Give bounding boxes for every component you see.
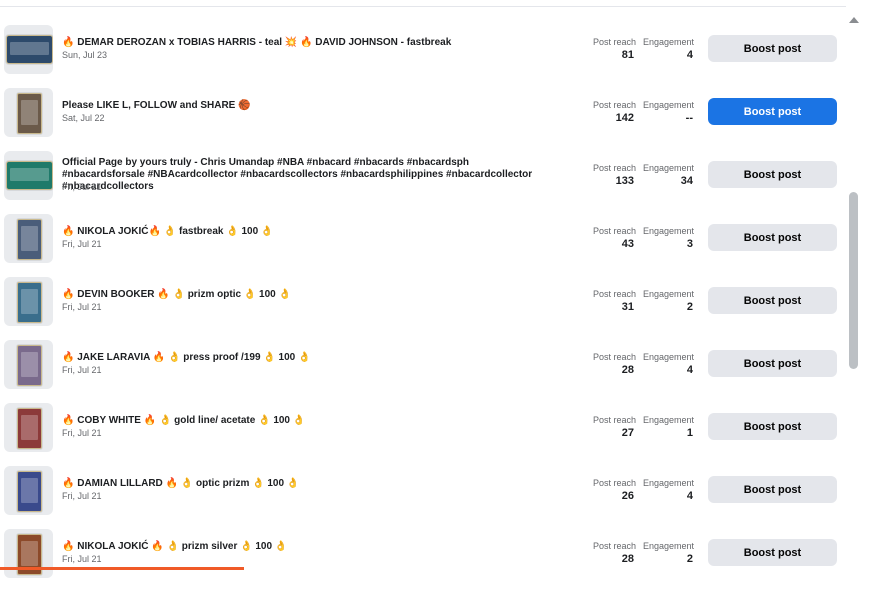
engagement-value: 34 [680, 175, 693, 187]
post-reach-value: 28 [621, 364, 634, 376]
boost-post-button[interactable]: Boost post [708, 350, 837, 377]
engagement-value: 1 [686, 427, 693, 439]
post-thumbnail[interactable] [4, 214, 53, 263]
engagement-label: Engagement [643, 37, 695, 47]
post-thumbnail[interactable] [4, 403, 53, 452]
post-reach-label: Post reach [593, 37, 637, 47]
post-reach-value: 43 [621, 238, 634, 250]
post-row: 🔥 NIKOLA JOKIĆ 🔥 👌 prizm silver 👌 100 👌 … [0, 529, 845, 592]
post-thumbnail[interactable] [4, 88, 53, 137]
engagement-label: Engagement [643, 163, 695, 173]
post-reach-label: Post reach [593, 478, 637, 488]
post-title[interactable]: 🔥 DEMAR DEROZAN x TOBIAS HARRIS - teal 💥… [62, 37, 562, 49]
post-title[interactable]: Please LIKE L, FOLLOW and SHARE 🏀 [62, 100, 562, 112]
post-date: Fri, Jul 21 [62, 239, 102, 249]
engagement-value: 2 [686, 301, 693, 313]
engagement-value: 3 [686, 238, 693, 250]
boost-post-button[interactable]: Boost post [708, 476, 837, 503]
boost-post-button[interactable]: Boost post [708, 224, 837, 251]
boost-post-button[interactable]: Boost post [708, 287, 837, 314]
post-date: Fri, Jul 21 [62, 428, 102, 438]
engagement-value: 4 [686, 49, 693, 61]
post-title[interactable]: 🔥 COBY WHITE 🔥 👌 gold line/ acetate 👌 10… [62, 415, 562, 427]
post-row: 🔥 NIKOLA JOKIĆ🔥 👌 fastbreak 👌 100 👌 Fri,… [0, 214, 845, 277]
post-title[interactable]: 🔥 JAKE LARAVIA 🔥 👌 press proof /199 👌 10… [62, 352, 562, 364]
top-divider [0, 6, 860, 7]
engagement-label: Engagement [643, 415, 695, 425]
post-reach-value: 31 [621, 301, 634, 313]
post-reach-label: Post reach [593, 415, 637, 425]
post-row: Please LIKE L, FOLLOW and SHARE 🏀 Sat, J… [0, 88, 845, 151]
post-reach-value: 142 [615, 112, 634, 124]
post-row: 🔥 COBY WHITE 🔥 👌 gold line/ acetate 👌 10… [0, 403, 845, 466]
post-date: Fri, Jul 21 [62, 491, 102, 501]
post-thumbnail[interactable] [4, 340, 53, 389]
engagement-value: -- [685, 112, 693, 124]
post-date: Fri, Jul 21 [62, 182, 102, 192]
post-reach-value: 28 [621, 553, 634, 565]
engagement-label: Engagement [643, 289, 695, 299]
post-date: Sun, Jul 23 [62, 50, 108, 60]
post-row: Official Page by yours truly - Chris Uma… [0, 151, 845, 214]
post-date: Fri, Jul 21 [62, 554, 102, 564]
post-title[interactable]: 🔥 DAMIAN LILLARD 🔥 👌 optic prizm 👌 100 👌 [62, 478, 562, 490]
post-title[interactable]: 🔥 NIKOLA JOKIĆ🔥 👌 fastbreak 👌 100 👌 [62, 226, 562, 238]
engagement-value: 4 [686, 490, 693, 502]
post-title[interactable]: 🔥 DEVIN BOOKER 🔥 👌 prizm optic 👌 100 👌 [62, 289, 562, 301]
post-reach-value: 26 [621, 490, 634, 502]
post-reach-label: Post reach [593, 100, 637, 110]
post-reach-label: Post reach [593, 226, 637, 236]
engagement-label: Engagement [643, 541, 695, 551]
boost-post-button[interactable]: Boost post [708, 161, 837, 188]
post-title[interactable]: Official Page by yours truly - Chris Uma… [62, 157, 542, 193]
post-reach-value: 81 [621, 49, 634, 61]
post-reach-label: Post reach [593, 352, 637, 362]
post-date: Fri, Jul 21 [62, 302, 102, 312]
engagement-label: Engagement [643, 478, 695, 488]
post-row: 🔥 DEVIN BOOKER 🔥 👌 prizm optic 👌 100 👌 F… [0, 277, 845, 340]
post-reach-label: Post reach [593, 289, 637, 299]
boost-post-button[interactable]: Boost post [708, 98, 837, 125]
post-title[interactable]: 🔥 NIKOLA JOKIĆ 🔥 👌 prizm silver 👌 100 👌 [62, 541, 562, 553]
post-row: 🔥 DAMIAN LILLARD 🔥 👌 optic prizm 👌 100 👌… [0, 466, 845, 529]
boost-post-button[interactable]: Boost post [708, 413, 837, 440]
post-thumbnail[interactable] [4, 529, 53, 578]
post-reach-value: 133 [615, 175, 634, 187]
post-reach-label: Post reach [593, 163, 637, 173]
post-row: 🔥 JAKE LARAVIA 🔥 👌 press proof /199 👌 10… [0, 340, 845, 403]
scrollbar-thumb[interactable] [849, 192, 858, 369]
boost-post-button[interactable]: Boost post [708, 539, 837, 566]
post-thumbnail[interactable] [4, 25, 53, 74]
boost-post-button[interactable]: Boost post [708, 35, 837, 62]
scroll-up-arrow-icon[interactable] [849, 17, 859, 23]
post-date: Fri, Jul 21 [62, 365, 102, 375]
engagement-value: 2 [686, 553, 693, 565]
engagement-label: Engagement [643, 226, 695, 236]
post-thumbnail[interactable] [4, 151, 53, 200]
engagement-label: Engagement [643, 100, 695, 110]
post-row: 🔥 DEMAR DEROZAN x TOBIAS HARRIS - teal 💥… [0, 25, 845, 88]
post-date: Sat, Jul 22 [62, 113, 105, 123]
post-thumbnail[interactable] [4, 466, 53, 515]
post-thumbnail[interactable] [4, 277, 53, 326]
post-reach-label: Post reach [593, 541, 637, 551]
post-reach-value: 27 [621, 427, 634, 439]
engagement-value: 4 [686, 364, 693, 376]
engagement-label: Engagement [643, 352, 695, 362]
